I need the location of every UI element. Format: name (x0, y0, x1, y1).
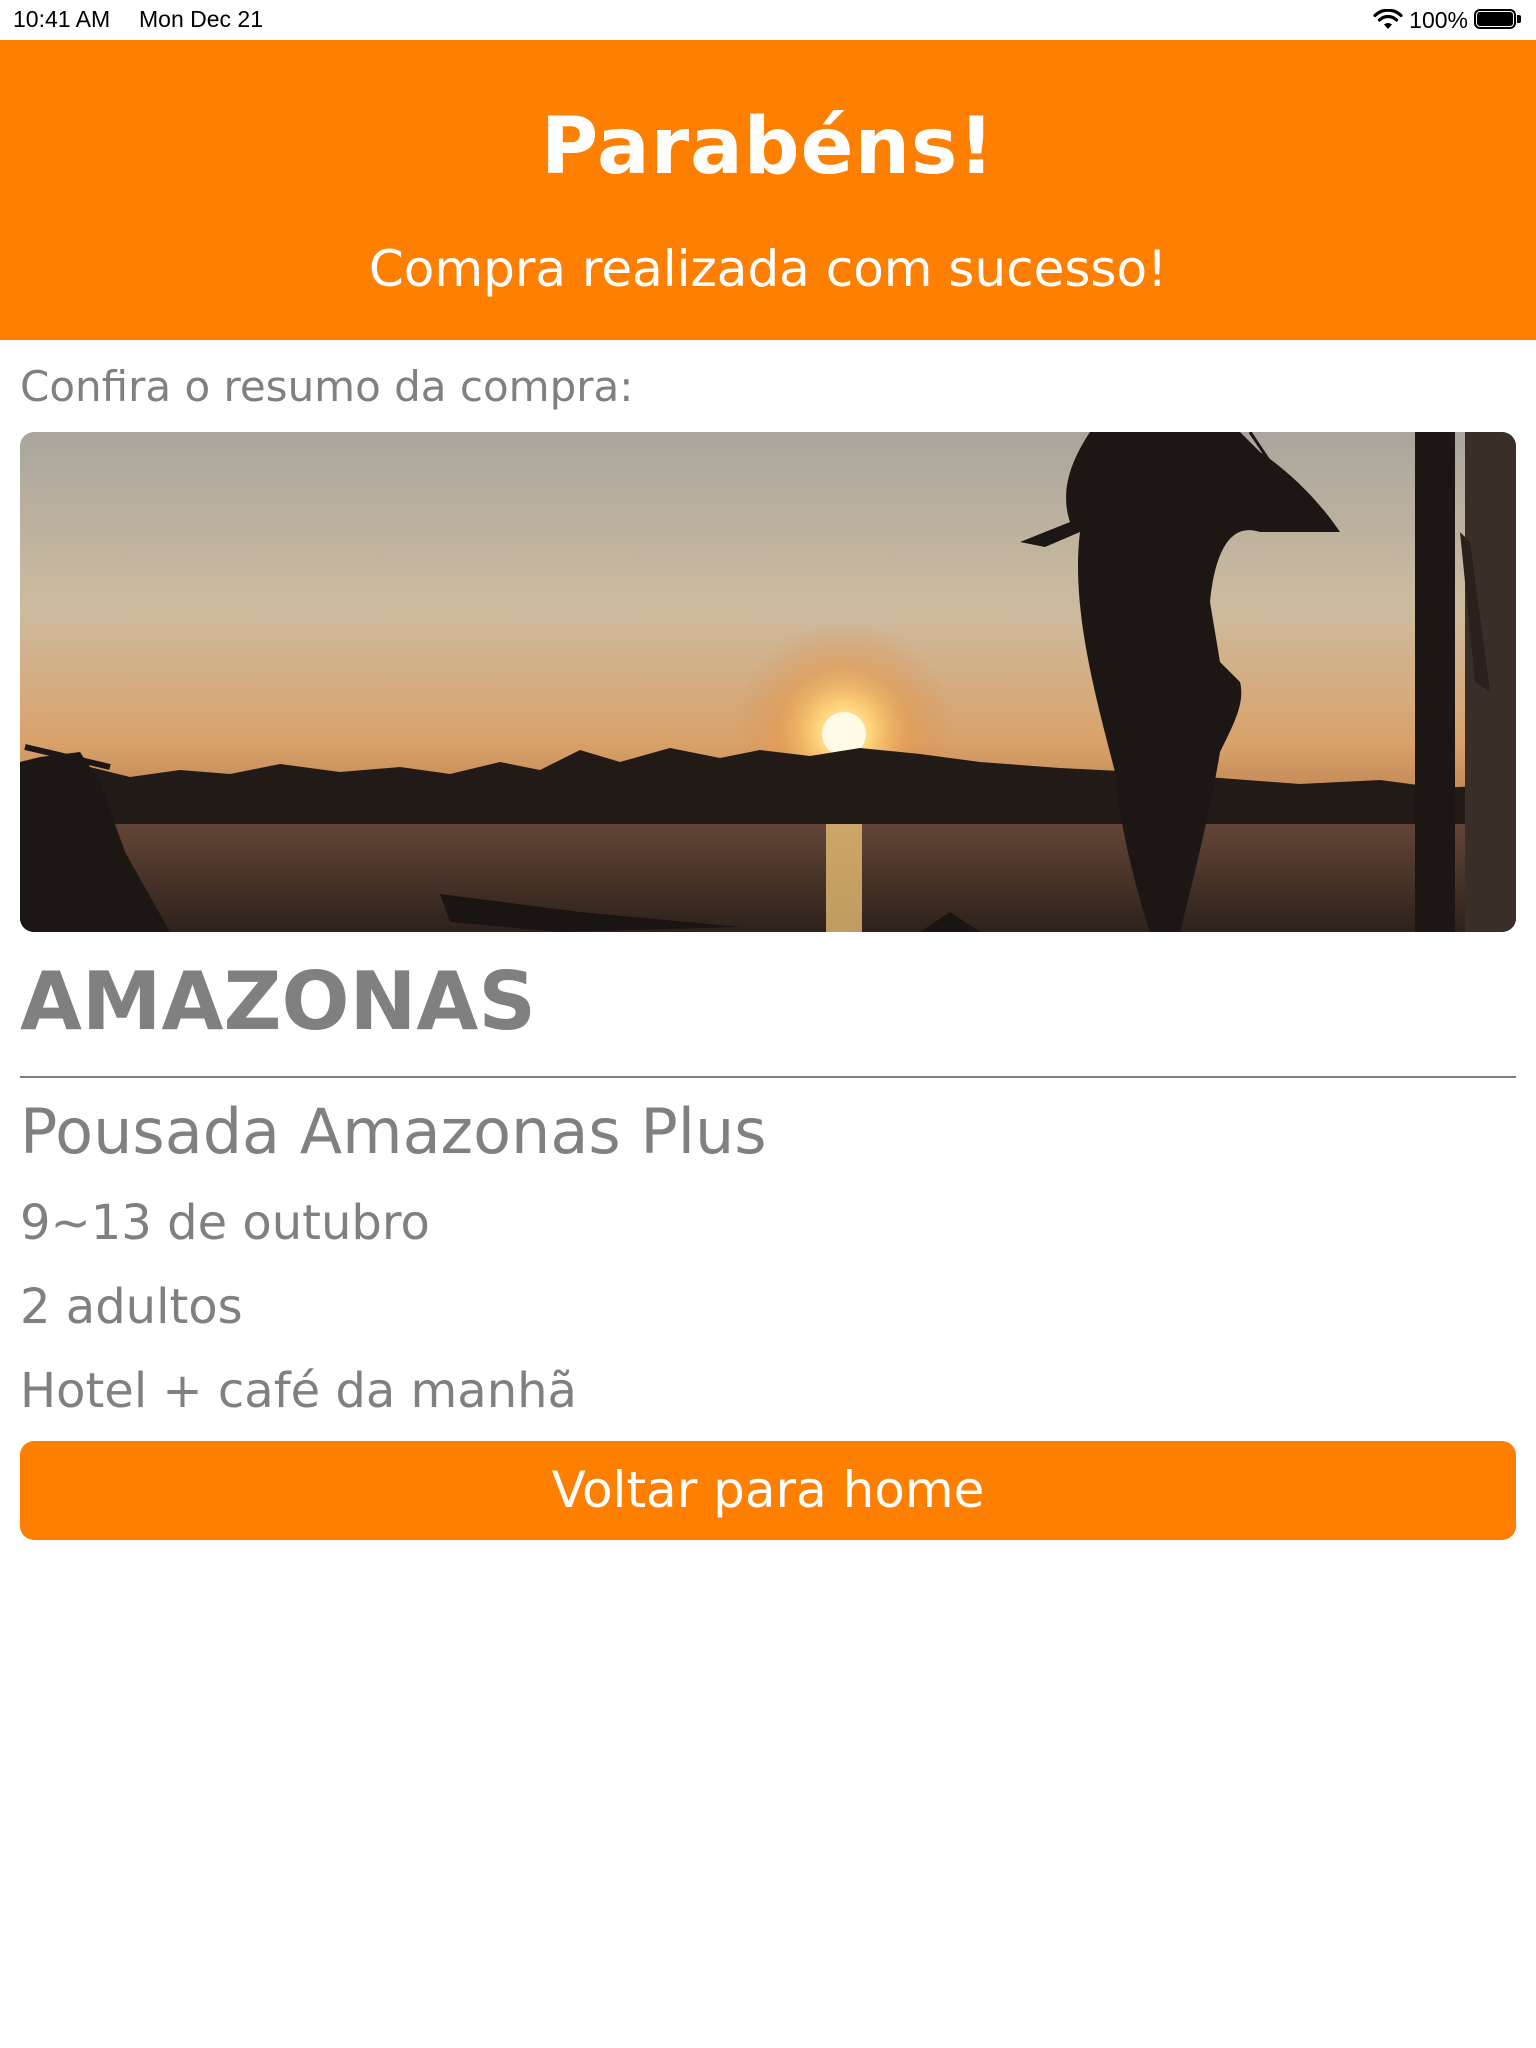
summary-label: Confira o resumo da compra: (20, 362, 634, 411)
package-type: Hotel + café da manhã (20, 1363, 577, 1419)
back-to-home-button[interactable]: Voltar para home (20, 1441, 1516, 1540)
hotel-name: Pousada Amazonas Plus (20, 1095, 767, 1168)
status-time: 10:41 AM (13, 6, 111, 32)
guest-count: 2 adultos (20, 1279, 243, 1335)
status-indicators: 100% (1373, 4, 1522, 36)
success-header: Parabéns! Compra realizada com sucesso! (0, 40, 1536, 340)
battery-percentage: 100% (1409, 6, 1468, 33)
divider (20, 1076, 1516, 1078)
header-title: Parabéns! (540, 102, 996, 192)
destination-image (20, 432, 1516, 932)
status-bar: 10:41 AM Mon Dec 21 100% (0, 0, 1536, 40)
status-date: Mon Dec 21 (139, 6, 264, 32)
destination-name: AMAZONAS (20, 955, 536, 1048)
trip-dates: 9~13 de outubro (20, 1195, 430, 1251)
header-subtitle: Compra realizada com sucesso! (368, 240, 1168, 298)
wifi-icon (1373, 9, 1403, 31)
battery-icon (1474, 9, 1522, 31)
